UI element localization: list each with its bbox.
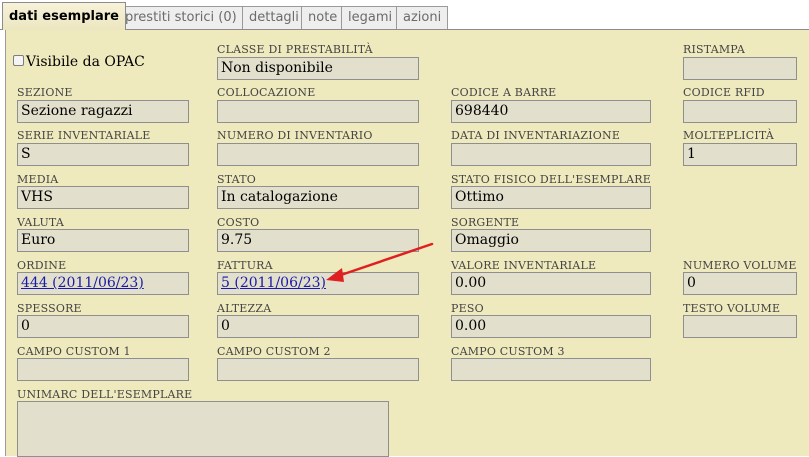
ordine-field: 444 (2011/06/23)	[17, 272, 189, 295]
campo-custom-1-label: CAMPO CUSTOM 1	[17, 345, 131, 358]
tab-dati-esemplare[interactable]: dati esemplare	[2, 2, 126, 30]
campo-custom-2-field[interactable]	[217, 358, 419, 381]
campo-custom-2-label: CAMPO CUSTOM 2	[217, 345, 331, 358]
spessore-label: SPESSORE	[17, 302, 82, 315]
stato-field[interactable]: In catalogazione	[217, 186, 419, 209]
data-inventariazione-label: DATA DI INVENTARIAZIONE	[451, 129, 621, 142]
valore-inventariale-label: VALORE INVENTARIALE	[451, 259, 597, 272]
collocazione-field[interactable]	[217, 100, 419, 123]
numero-volume-field[interactable]: 0	[683, 272, 797, 295]
campo-custom-3-field[interactable]	[451, 358, 651, 381]
serie-inventariale-field[interactable]: S	[17, 143, 189, 166]
altezza-field[interactable]: 0	[217, 315, 419, 338]
media-field[interactable]: VHS	[17, 186, 189, 209]
ordine-label: ORDINE	[17, 259, 67, 272]
tab-legami[interactable]: legami	[341, 6, 400, 29]
codice-rfid-field[interactable]	[683, 100, 797, 123]
tab-prestiti-storici[interactable]: prestiti storici (0)	[118, 6, 244, 29]
stato-fisico-field[interactable]: Ottimo	[451, 186, 651, 209]
valuta-field[interactable]: Euro	[17, 229, 189, 252]
spessore-field[interactable]: 0	[17, 315, 189, 338]
costo-field[interactable]: 9.75	[217, 229, 419, 252]
fattura-link[interactable]: 5 (2011/06/23)	[221, 275, 326, 291]
codice-rfid-label: CODICE RFID	[683, 86, 765, 99]
altezza-label: ALTEZZA	[217, 302, 272, 315]
tab-dettagli[interactable]: dettagli	[242, 6, 306, 29]
campo-custom-1-field[interactable]	[17, 358, 189, 381]
peso-label: PESO	[451, 302, 484, 315]
classe-prestabilita-label: CLASSE DI PRESTABILITÀ	[217, 43, 373, 56]
tab-note[interactable]: note	[301, 6, 345, 29]
valuta-label: VALUTA	[17, 216, 64, 229]
numero-inventario-label: NUMERO DI INVENTARIO	[217, 129, 373, 142]
fattura-label: FATTURA	[217, 259, 273, 272]
molteplicita-label: MOLTEPLICITÀ	[683, 129, 774, 142]
costo-label: COSTO	[217, 216, 260, 229]
sorgente-label: SORGENTE	[451, 216, 520, 229]
visibile-opac-checkbox[interactable]	[13, 55, 24, 66]
testo-volume-field[interactable]	[683, 315, 797, 338]
valore-inventariale-field[interactable]: 0.00	[451, 272, 651, 295]
ristampa-label: RISTAMPA	[683, 43, 746, 56]
tab-bar: dati esemplare prestiti storici (0) dett…	[0, 0, 809, 30]
unimarc-label: UNIMARC DELL'ESEMPLARE	[17, 388, 193, 401]
tab-azioni[interactable]: azioni	[396, 6, 449, 29]
fattura-field: 5 (2011/06/23)	[217, 272, 419, 295]
ordine-link[interactable]: 444 (2011/06/23)	[21, 275, 144, 291]
ristampa-field[interactable]	[683, 57, 797, 80]
codice-barre-field[interactable]: 698440	[451, 100, 651, 123]
sezione-label: SEZIONE	[17, 86, 73, 99]
media-label: MEDIA	[17, 173, 59, 186]
peso-field[interactable]: 0.00	[451, 315, 651, 338]
campo-custom-3-label: CAMPO CUSTOM 3	[451, 345, 565, 358]
sorgente-field[interactable]: Omaggio	[451, 229, 651, 252]
codice-barre-label: CODICE A BARRE	[451, 86, 557, 99]
collocazione-label: COLLOCAZIONE	[217, 86, 316, 99]
serie-inventariale-label: SERIE INVENTARIALE	[17, 129, 151, 142]
numero-volume-label: NUMERO VOLUME	[683, 259, 797, 272]
data-inventariazione-field[interactable]	[451, 143, 651, 166]
stato-label: STATO	[217, 173, 256, 186]
unimarc-textarea[interactable]	[17, 401, 389, 457]
sezione-field[interactable]: Sezione ragazzi	[17, 100, 189, 123]
testo-volume-label: TESTO VOLUME	[683, 302, 781, 315]
visibile-opac-label: Visibile da OPAC	[26, 54, 145, 70]
stato-fisico-label: STATO FISICO DELL'ESEMPLARE	[451, 173, 651, 186]
molteplicita-field[interactable]: 1	[683, 143, 797, 166]
classe-prestabilita-field[interactable]: Non disponibile	[217, 57, 419, 80]
numero-inventario-field[interactable]	[217, 143, 419, 166]
